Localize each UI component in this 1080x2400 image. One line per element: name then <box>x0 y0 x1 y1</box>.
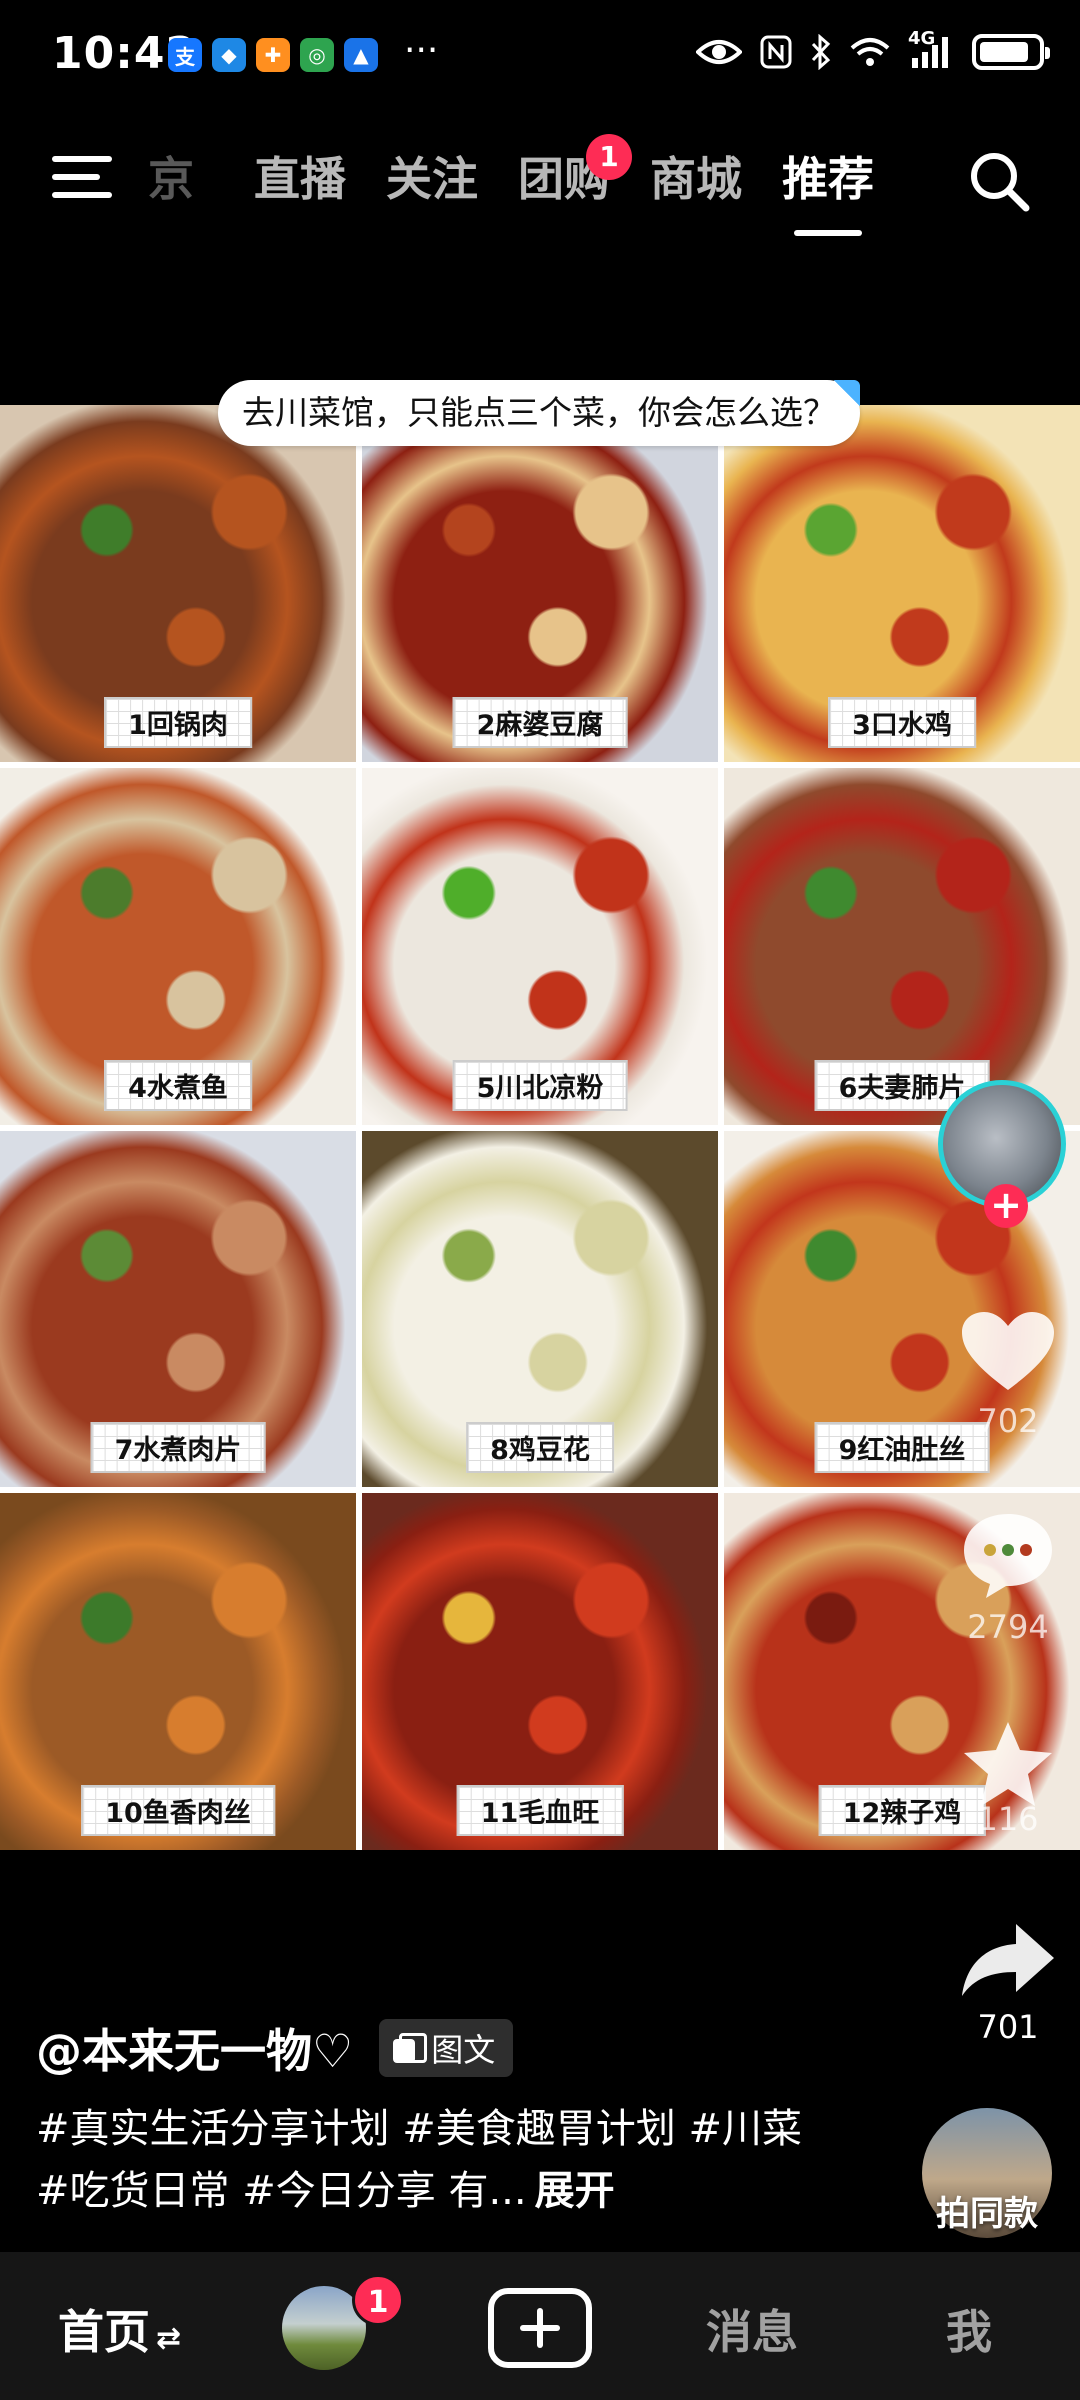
eye-icon <box>696 40 742 64</box>
dish-tile: 3口水鸡 <box>724 405 1080 762</box>
tab-mall[interactable]: 商城 <box>650 144 742 214</box>
dish-label: 10鱼香肉丝 <box>81 1785 275 1836</box>
bottom-tab-bar: 首页 ⇄ 1 消息 我 <box>0 2252 1080 2400</box>
dish-label: 1回锅肉 <box>104 696 252 748</box>
friends-badge: 1 <box>352 2274 404 2326</box>
dish-tile: 7水煮肉片 <box>0 1130 356 1488</box>
battery-level <box>980 42 1028 62</box>
status-right-icons: 4G <box>696 28 1050 70</box>
dish-label: 11毛血旺 <box>456 1785 624 1836</box>
share-button[interactable]: 701 <box>940 1920 1076 2046</box>
description-text: #真实生活分享计划 #美食趣胃计划 #川菜 #吃货日常 #今日分享 有... <box>36 2106 802 2214</box>
tab-me[interactable]: 我 <box>946 2296 992 2362</box>
group-buy-badge: 1 <box>586 134 632 180</box>
status-more-icon: ··· <box>404 30 439 71</box>
comment-icon <box>964 1514 1052 1598</box>
author-name[interactable]: @本来无一物♡ <box>36 2015 353 2081</box>
tab-home-label: 首页 <box>58 2305 150 2359</box>
comment-button[interactable]: 2794 <box>940 1510 1076 1646</box>
dish-tile: 6夫妻肺片 <box>724 767 1080 1125</box>
create-post-button[interactable] <box>488 2288 592 2368</box>
dish-tile: 1回锅肉 <box>0 405 356 762</box>
dish-tile: 5川北凉粉 <box>362 767 718 1125</box>
dish-label: 4水煮鱼 <box>104 1059 252 1111</box>
menu-icon[interactable] <box>52 152 116 202</box>
signal-icon: 4G <box>908 28 954 70</box>
post-description[interactable]: #真实生活分享计划 #美食趣胃计划 #川菜 #吃货日常 #今日分享 有... 展开 <box>36 2098 836 2222</box>
nav-tabs: 京 直播 关注 团购 1 商城 推荐 <box>148 134 914 236</box>
battery-icon <box>972 34 1050 70</box>
orange-app-icon: ✚ <box>256 38 290 72</box>
tab-group-buy[interactable]: 团购 1 <box>518 134 632 214</box>
same-style-label[interactable]: 拍同款 <box>912 2186 1062 2235</box>
post-type-label: 图文 <box>431 2031 496 2069</box>
star-icon <box>964 1722 1052 1806</box>
bluetooth-icon <box>811 34 831 70</box>
tab-home[interactable]: 首页 ⇄ <box>58 2296 181 2362</box>
dish-tile: 10鱼香肉丝 <box>0 1493 356 1850</box>
dish-tile: 8鸡豆花 <box>362 1130 718 1488</box>
favorite-button[interactable]: 116 <box>940 1718 1076 1838</box>
author-info: @本来无一物♡ 图文 <box>36 2015 514 2081</box>
dish-label: 5川北凉粉 <box>452 1059 628 1111</box>
tab-recommend[interactable]: 推荐 <box>782 144 874 236</box>
wifi-icon <box>850 38 890 66</box>
comment-count: 2794 <box>967 1608 1049 1646</box>
expand-link[interactable]: 展开 <box>535 2168 615 2214</box>
tab-live[interactable]: 直播 <box>254 144 346 214</box>
dish-tile: 4水煮鱼 <box>0 767 356 1125</box>
tab-local[interactable]: 京 <box>148 144 210 214</box>
post-caption: 去川菜馆，只能点三个菜，你会怎么选？ <box>218 380 860 446</box>
status-app-icons: 支 ◆ ✚ ◎ ▲ <box>168 38 378 72</box>
like-count: 702 <box>977 1402 1039 1440</box>
dish-label: 7水煮肉片 <box>90 1422 266 1474</box>
share-count: 701 <box>977 2008 1039 2046</box>
share-arrow-icon <box>962 1924 1054 1996</box>
dish-tile: 2麻婆豆腐 <box>362 405 718 762</box>
bank-app-icon: ▲ <box>344 38 378 72</box>
dish-label: 3口水鸡 <box>828 696 976 748</box>
follow-button[interactable]: + <box>984 1184 1028 1228</box>
shield-app-icon: ◆ <box>212 38 246 72</box>
nfc-icon <box>760 35 792 69</box>
switch-icon: ⇄ <box>156 2321 182 2356</box>
alipay-icon: 支 <box>168 38 202 72</box>
tab-following[interactable]: 关注 <box>386 144 478 214</box>
dish-tile: 11毛血旺 <box>362 1493 718 1850</box>
status-bar: 10:42 支 ◆ ✚ ◎ ▲ ··· 4G <box>0 0 1080 110</box>
post-type-tag: 图文 <box>379 2019 514 2077</box>
gallery-icon <box>393 2033 428 2063</box>
like-button[interactable]: 702 <box>940 1310 1076 1440</box>
top-nav: 京 直播 关注 团购 1 商城 推荐 <box>0 130 1080 236</box>
dish-grid[interactable]: 1回锅肉 2麻婆豆腐 3口水鸡 4水煮鱼 5川北凉粉 6夫妻肺片 7水煮肉片 8鸡豆花 9红油肚… <box>0 405 1080 1850</box>
search-icon[interactable] <box>964 146 1034 216</box>
dish-label: 8鸡豆花 <box>466 1422 614 1474</box>
dish-label: 2麻婆豆腐 <box>452 696 628 748</box>
tab-messages[interactable]: 消息 <box>706 2296 798 2362</box>
heart-icon <box>962 1312 1054 1390</box>
green-app-icon: ◎ <box>300 38 334 72</box>
